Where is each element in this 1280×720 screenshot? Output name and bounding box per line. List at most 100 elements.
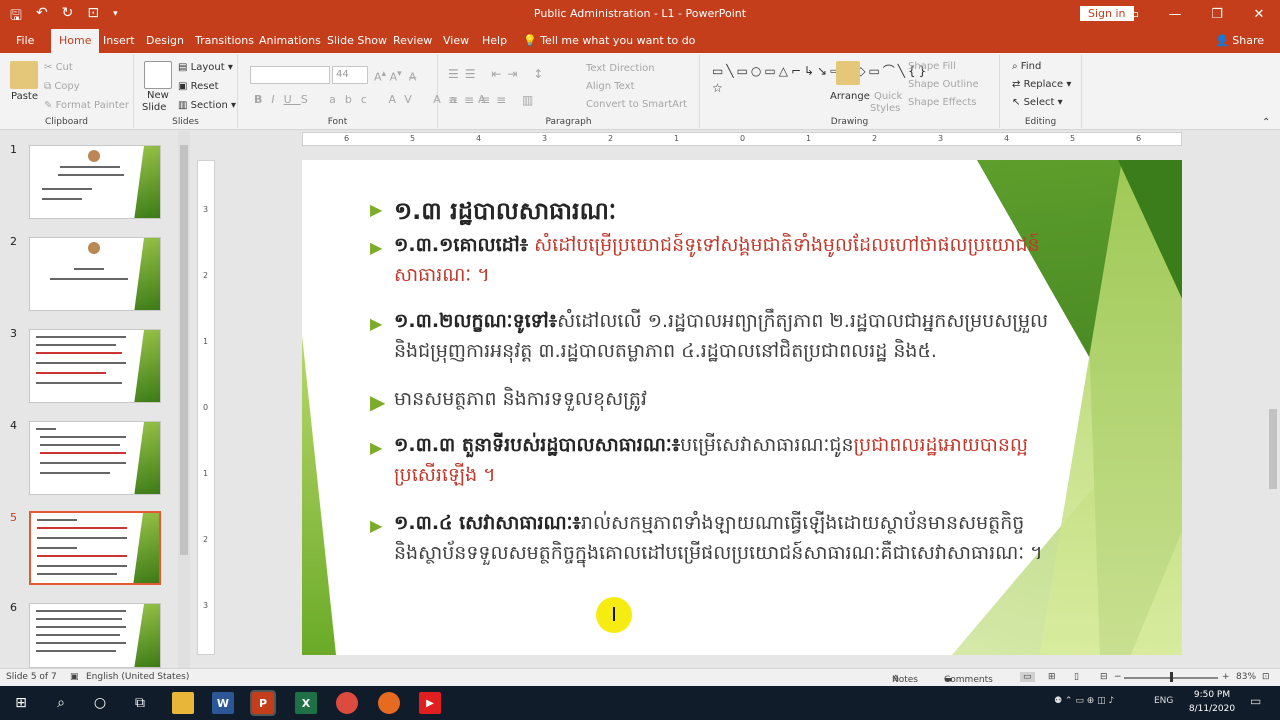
word-icon[interactable]: W [212,692,234,714]
align-text-button[interactable]: Align Text [586,81,635,92]
new-slide-label-2[interactable]: Slide [142,102,166,113]
convert-smartart-button[interactable]: Convert to SmartArt [586,99,687,110]
search-icon[interactable]: ⌕ [50,692,72,714]
slide-thumbnail-5[interactable] [29,511,161,585]
reset-button[interactable]: ▣ Reset [178,81,219,92]
zoom-level[interactable]: 83% [1236,672,1256,682]
input-language[interactable]: ENG [1154,696,1173,706]
spellcheck-icon[interactable]: ▣ [70,672,79,682]
paragraph-1-3-3[interactable]: ១.៣.៣ តួនាទីរបស់រដ្ឋបាលសាធារណៈ៖បម្រើសេវា… [394,430,1054,491]
copy-button[interactable]: ⧉ Copy [44,81,80,92]
tab-design[interactable]: Design [146,34,184,47]
tray-icons[interactable]: ⚉ ⌃ ▭ ⊕ ◫ ♪ [1054,696,1114,706]
youtube-icon[interactable]: ▶ [419,692,441,714]
format-painter-button[interactable]: ✎ Format Painter [44,100,129,111]
tab-home[interactable]: Home [51,29,100,53]
share-button[interactable]: 👤 Share [1215,34,1264,47]
paragraph-capacity[interactable]: មានសមត្ថភាព និងការទទួលខុសត្រូវ [394,384,1054,414]
cortana-icon[interactable]: ○ [89,692,111,714]
thumbnails-scrollbar[interactable] [178,131,190,668]
arrange-icon[interactable] [836,61,860,85]
reading-view-icon[interactable]: ▯ [1074,672,1079,682]
new-slide-label[interactable]: New [147,90,169,101]
paragraph-heading: ១.៣.៣ តួនាទីរបស់រដ្ឋបាលសាធារណៈ៖ [394,434,681,456]
restore-icon[interactable]: ❐ [1196,0,1238,29]
font-name-box[interactable] [250,66,330,84]
paragraph-1-3-1[interactable]: ១.៣.១គោលដៅ៖ សំដៅបម្រើប្រយោជន៍ទូទៅសង្គមជា… [394,230,1054,291]
tab-review[interactable]: Review [393,34,432,47]
zoom-out-button[interactable]: − [1114,672,1122,682]
find-button[interactable]: ⌕ Find [1012,61,1041,72]
close-icon[interactable]: ✕ [1238,0,1280,29]
ruler-tick: 6 [1136,134,1142,143]
tab-help[interactable]: Help [482,34,507,47]
slide-canvas[interactable]: ▶ ១.៣ រដ្ឋបាលសាធារណៈ ▶ ១.៣.១គោលដៅ៖ សំដៅប… [302,160,1182,655]
paragraph-1-3-4[interactable]: ១.៣.៤ សេវាសាធារណៈ៖រាល់សកម្មភាពទាំងឡាយណាធ… [394,508,1054,569]
slide-sorter-icon[interactable]: ⊞ [1048,672,1056,682]
file-explorer-icon[interactable] [172,692,194,714]
fit-slide-icon[interactable]: ⊡ [1262,672,1270,682]
drawing-group: ▭╲▭○▭△⌐↳↘⇨⇧◇▭⌒╲{}☆ Arrange Quick Styles … [700,55,1000,128]
tab-transitions[interactable]: Transitions [195,34,254,47]
select-button[interactable]: ↖ Select ▾ [1012,97,1063,108]
chrome-icon[interactable] [336,692,358,714]
copy-icon: ⧉ [44,81,52,92]
ribbon-display-icon[interactable]: ▭ [1112,0,1154,29]
replace-button[interactable]: ⇄ Replace ▾ [1012,79,1071,90]
shape-fill-button[interactable]: Shape Fill [908,61,956,72]
tab-animations[interactable]: Animations [259,34,321,47]
firefox-icon[interactable] [378,692,400,714]
paragraph-1-3-2[interactable]: ១.៣.២លក្ខណៈទូទៅ៖សំដៅលលើ ១.រដ្ឋបាលអព្យាក្… [394,306,1054,367]
language-indicator[interactable]: English (United States) [86,672,189,682]
thumb-number: 1 [10,143,17,156]
thumbnails-scroll-thumb[interactable] [180,145,188,555]
shape-outline-button[interactable]: Shape Outline [908,79,979,90]
text-direction-button[interactable]: Text Direction [586,63,655,74]
quick-styles-button[interactable]: Quick [874,91,902,102]
bullet-icon: ▶ [370,516,383,535]
align-buttons[interactable]: ≡≡≡≡ ▥ [448,93,539,107]
brush-icon: ✎ [44,100,53,111]
slide-scrollbar[interactable] [1266,131,1280,668]
ruler-tick: 3 [938,134,944,143]
tab-view[interactable]: View [443,34,469,47]
slideshow-view-icon[interactable]: ⊟ [1100,672,1108,682]
powerpoint-icon[interactable]: P [250,690,276,716]
shapes-gallery[interactable]: ▭╲▭○▭△⌐↳↘⇨⇧◇▭⌒╲{}☆ [712,63,926,97]
normal-view-icon[interactable]: ▭ [1020,672,1035,682]
slide-thumbnail-3[interactable] [29,329,161,403]
quick-styles-button-2[interactable]: Styles [870,103,900,114]
arrange-button[interactable]: Arrange [830,91,870,102]
collapse-ribbon-icon[interactable]: ⌃ [1262,117,1270,128]
slide-thumbnail-4[interactable] [29,421,161,495]
paste-button[interactable]: Paste [11,91,38,102]
windows-start-icon[interactable]: ⊞ [10,692,32,714]
cut-button[interactable]: ✂ Cut [44,62,73,73]
ruler-tick: 2 [203,535,209,544]
clock[interactable]: 9:50 PM 8/11/2020 [1184,689,1240,716]
minimize-icon[interactable]: — [1154,0,1196,29]
slide-thumbnail-1[interactable] [29,145,161,219]
tab-slide-show[interactable]: Slide Show [327,34,387,47]
tab-insert[interactable]: Insert [103,34,135,47]
layout-button[interactable]: ▤ Layout ▾ [178,62,233,73]
notification-icon[interactable]: ▭ [1250,694,1261,708]
zoom-in-button[interactable]: + [1222,672,1230,682]
green-decoration [302,335,336,655]
zoom-slider-knob[interactable] [1170,672,1173,682]
task-view-icon[interactable]: ⧉ [129,692,151,714]
slide-thumbnail-6[interactable] [29,603,161,668]
slide-scroll-thumb[interactable] [1269,409,1277,489]
excel-icon[interactable]: X [295,692,317,714]
tell-me-search[interactable]: 💡 Tell me what you want to do [523,34,695,47]
heading-text[interactable]: ១.៣ រដ្ឋបាលសាធារណៈ [394,192,616,230]
new-slide-icon[interactable] [144,61,172,89]
font-size-box[interactable]: 44 [332,66,368,84]
tab-file[interactable]: File [16,34,34,47]
section-button[interactable]: ▥ Section ▾ [178,100,236,111]
paste-icon[interactable] [10,61,38,89]
list-buttons[interactable]: ☰☰ ⇤⇥ ↕ [448,67,549,81]
font-size-buttons[interactable]: A▴ A▾ A̶ [374,68,416,84]
shape-effects-button[interactable]: Shape Effects [908,97,976,108]
slide-thumbnail-2[interactable] [29,237,161,311]
